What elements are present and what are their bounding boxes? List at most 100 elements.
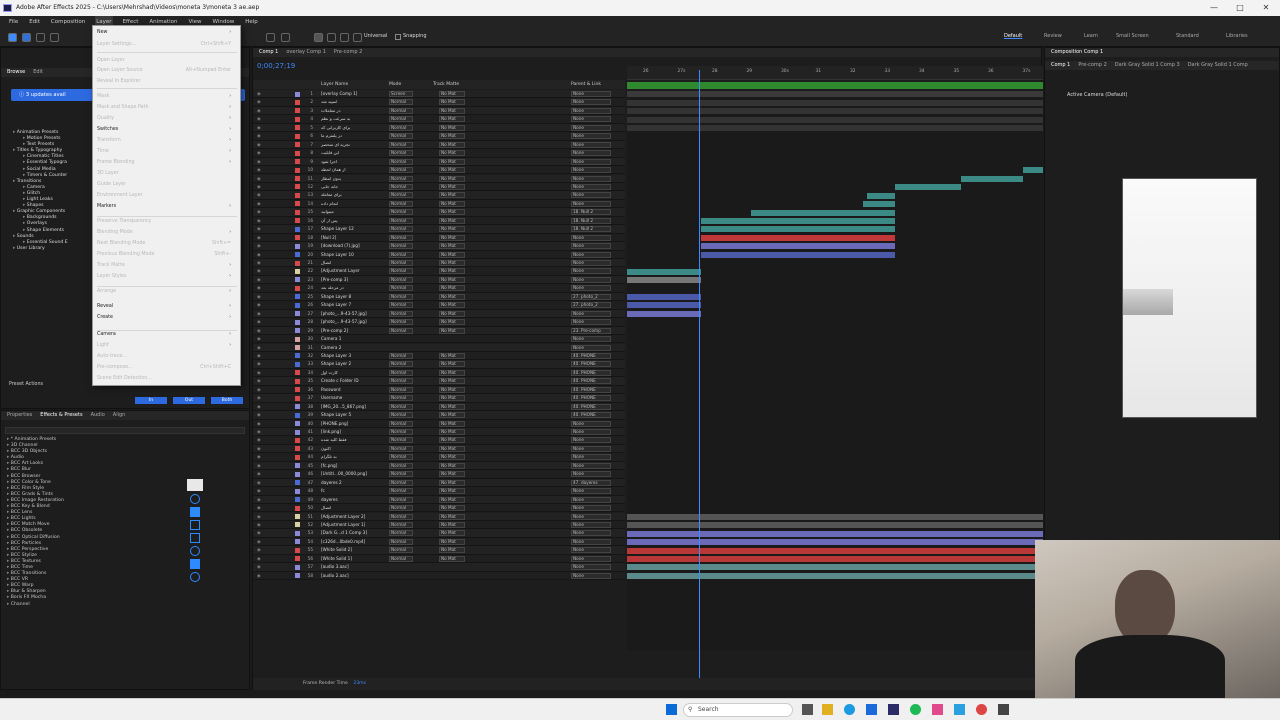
timeline-tab[interactable]: Comp 1 xyxy=(259,48,278,57)
layer-name[interactable]: [audio 2.aac] xyxy=(321,572,379,579)
parent-link-select[interactable]: None xyxy=(571,420,611,427)
label-color-swatch[interactable] xyxy=(295,235,300,241)
track-matte-select[interactable]: No Mat xyxy=(439,530,465,537)
blend-mode-select[interactable]: Normal xyxy=(389,445,413,452)
chrome-icon[interactable] xyxy=(976,704,987,715)
visibility-eye-icon[interactable]: ◉ xyxy=(257,479,261,486)
label-color-swatch[interactable] xyxy=(295,243,300,249)
layer-duration-bar[interactable] xyxy=(627,99,1043,106)
parent-link-select[interactable]: None xyxy=(571,234,611,241)
label-color-swatch[interactable] xyxy=(295,446,300,452)
label-color-swatch[interactable] xyxy=(295,370,300,376)
blend-mode-select[interactable]: Normal xyxy=(389,488,413,495)
track-matte-select[interactable]: No Mat xyxy=(439,310,465,317)
parent-link-select[interactable]: None xyxy=(571,276,611,283)
tab-align[interactable]: Align xyxy=(113,411,126,420)
label-color-swatch[interactable] xyxy=(295,488,300,494)
label-color-swatch[interactable] xyxy=(295,404,300,410)
layer-name[interactable]: fc xyxy=(321,487,379,494)
after-effects-taskbar-icon[interactable] xyxy=(888,704,899,715)
visibility-eye-icon[interactable]: ◉ xyxy=(257,301,261,308)
visibility-eye-icon[interactable]: ◉ xyxy=(257,115,261,122)
layer-name[interactable]: [Adjustment Layer 2] xyxy=(321,513,379,520)
timeline-layer-row[interactable]: ◉ 57 [audio 3.aac] None xyxy=(253,563,625,572)
edge-icon[interactable] xyxy=(844,704,855,715)
timeline-layer-row[interactable]: ◉ 28 [photo_...9-43-57.jpg] Normal No Mat Non… xyxy=(253,318,625,327)
track-matte-select[interactable]: No Mat xyxy=(439,192,465,199)
parent-link-select[interactable]: 40. PHONE xyxy=(571,386,611,393)
workspace-default[interactable]: Default xyxy=(1004,33,1022,39)
track-matte-select[interactable]: No Mat xyxy=(439,251,465,258)
timeline-layer-row[interactable]: ◉ 14 انجام داده Normal No Mat None xyxy=(253,199,625,209)
track-matte-select[interactable]: No Mat xyxy=(439,547,465,554)
settings-icon[interactable] xyxy=(998,704,1009,715)
blend-mode-select[interactable]: Normal xyxy=(389,471,413,478)
label-color-swatch[interactable] xyxy=(295,260,300,266)
preset-icon[interactable] xyxy=(190,507,200,517)
track-matte-select[interactable]: No Mat xyxy=(439,243,465,250)
visibility-eye-icon[interactable]: ◉ xyxy=(257,132,261,139)
label-color-swatch[interactable] xyxy=(295,514,300,519)
visibility-eye-icon[interactable]: ◉ xyxy=(257,360,261,367)
track-matte-select[interactable]: No Mat xyxy=(439,505,465,512)
timeline-layer-row[interactable]: ◉ 31 Camera 2 None xyxy=(253,343,625,352)
layer-name[interactable]: Camera 1 xyxy=(321,335,379,342)
label-color-swatch[interactable] xyxy=(295,277,300,283)
effects-search-input[interactable] xyxy=(5,427,245,434)
label-color-swatch[interactable] xyxy=(295,125,300,131)
visibility-eye-icon[interactable]: ◉ xyxy=(257,487,261,494)
label-color-swatch[interactable] xyxy=(295,530,300,536)
layer-name[interactable]: Password xyxy=(321,386,379,393)
blend-mode-select[interactable]: Normal xyxy=(389,150,413,157)
label-color-swatch[interactable] xyxy=(295,133,300,139)
visibility-eye-icon[interactable]: ◉ xyxy=(257,284,261,291)
pan-tool-icon[interactable] xyxy=(281,33,290,42)
blend-mode-select[interactable]: Normal xyxy=(389,251,413,258)
timeline-layer-row[interactable]: ◉ 46 [Untitl...00_0000.png] Normal No Mat Non… xyxy=(253,470,625,479)
time-ruler[interactable]: 26 27s 28 29 30s 31 32 33 34 35 36 37s xyxy=(627,66,1043,80)
layer-name[interactable]: [Adjustment Layer 1] xyxy=(321,521,379,528)
label-color-swatch[interactable] xyxy=(295,378,300,384)
track-matte-select[interactable]: No Mat xyxy=(439,116,465,123)
layer-name[interactable]: برای کاربرانی که xyxy=(321,124,379,131)
track-matte-select[interactable]: No Mat xyxy=(439,175,465,182)
layer-name[interactable]: [White Solid 1] xyxy=(321,555,379,562)
visibility-eye-icon[interactable]: ◉ xyxy=(257,453,261,460)
track-matte-select[interactable]: No Mat xyxy=(439,445,465,452)
snapping-label[interactable]: Snapping xyxy=(403,33,427,39)
track-matte-select[interactable]: No Mat xyxy=(439,361,465,368)
visibility-eye-icon[interactable]: ◉ xyxy=(257,124,261,131)
visibility-eye-icon[interactable]: ◉ xyxy=(257,267,261,274)
visibility-eye-icon[interactable]: ◉ xyxy=(257,318,261,325)
timeline-layer-row[interactable]: ◉ 53 [Dark G...d 1 Comp 3] Normal No Mat None xyxy=(253,529,625,538)
track-matte-select[interactable]: No Mat xyxy=(439,488,465,495)
blend-mode-select[interactable]: Screen xyxy=(389,91,413,97)
layer-name[interactable]: Camera 2 xyxy=(321,344,379,351)
parent-link-select[interactable]: None xyxy=(571,251,611,258)
parent-link-select[interactable]: 23. Pre-comp xyxy=(571,327,611,334)
timeline-layer-row[interactable]: ◉ 30 Camera 1 None xyxy=(253,335,625,344)
layer-duration-bar[interactable] xyxy=(627,547,1043,554)
visibility-eye-icon[interactable]: ◉ xyxy=(257,352,261,359)
blend-mode-select[interactable]: Normal xyxy=(389,555,413,562)
visibility-eye-icon[interactable]: ◉ xyxy=(257,98,261,105)
parent-link-select[interactable]: None xyxy=(571,488,611,495)
visibility-eye-icon[interactable]: ◉ xyxy=(257,411,261,418)
layer-name[interactable]: اتصال xyxy=(321,504,379,511)
label-color-swatch[interactable] xyxy=(295,91,300,97)
timeline-layer-row[interactable]: ◉ 45 [fc.png] Normal No Mat None xyxy=(253,461,625,471)
label-color-swatch[interactable] xyxy=(295,167,300,173)
workspace-standard[interactable]: Standard xyxy=(1176,33,1199,39)
parent-link-select[interactable]: None xyxy=(571,150,611,157)
add-icon[interactable] xyxy=(190,494,200,504)
layer-name[interactable]: [audio 3.aac] xyxy=(321,563,379,570)
parent-link-select[interactable]: None xyxy=(571,445,611,452)
track-matte-select[interactable]: No Mat xyxy=(439,403,465,410)
layer-duration-bar[interactable] xyxy=(627,555,1043,562)
layer-menu-item-camera[interactable]: Camera › xyxy=(97,331,237,339)
layer-duration-bar[interactable] xyxy=(627,522,1043,529)
blend-mode-select[interactable]: Normal xyxy=(389,158,413,165)
label-color-swatch[interactable] xyxy=(295,556,300,562)
blend-mode-select[interactable]: Normal xyxy=(389,200,413,207)
label-color-swatch[interactable] xyxy=(295,294,300,300)
